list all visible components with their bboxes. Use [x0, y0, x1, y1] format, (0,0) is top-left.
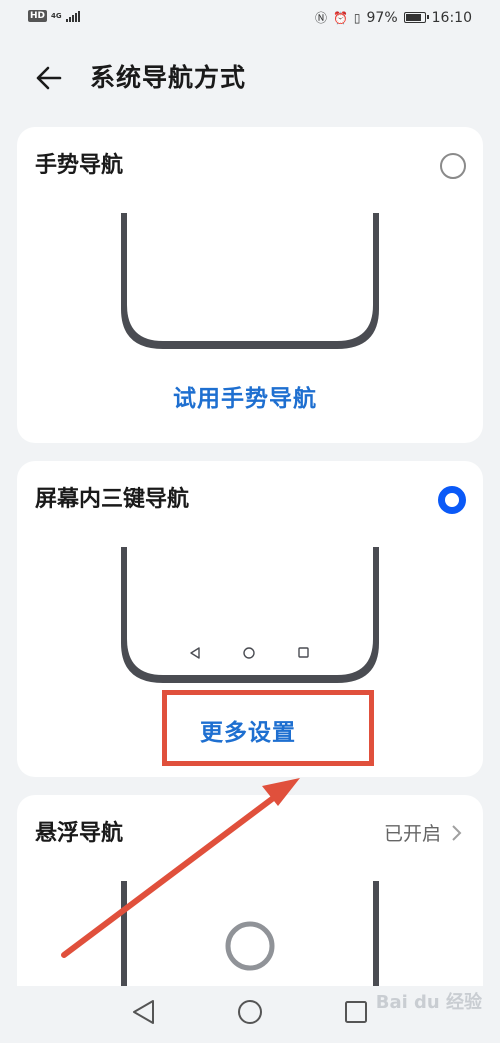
nav-home-button[interactable] — [238, 1000, 262, 1024]
square-recents-icon — [345, 1001, 367, 1023]
nav-back-button[interactable] — [133, 1000, 154, 1024]
baidu-watermark: Bai du 经验 — [375, 992, 482, 1013]
annotation-arrow — [61, 778, 300, 958]
triangle-back-icon — [133, 1000, 154, 1024]
circle-home-icon — [238, 1000, 262, 1024]
nav-recents-button[interactable] — [345, 1001, 367, 1023]
